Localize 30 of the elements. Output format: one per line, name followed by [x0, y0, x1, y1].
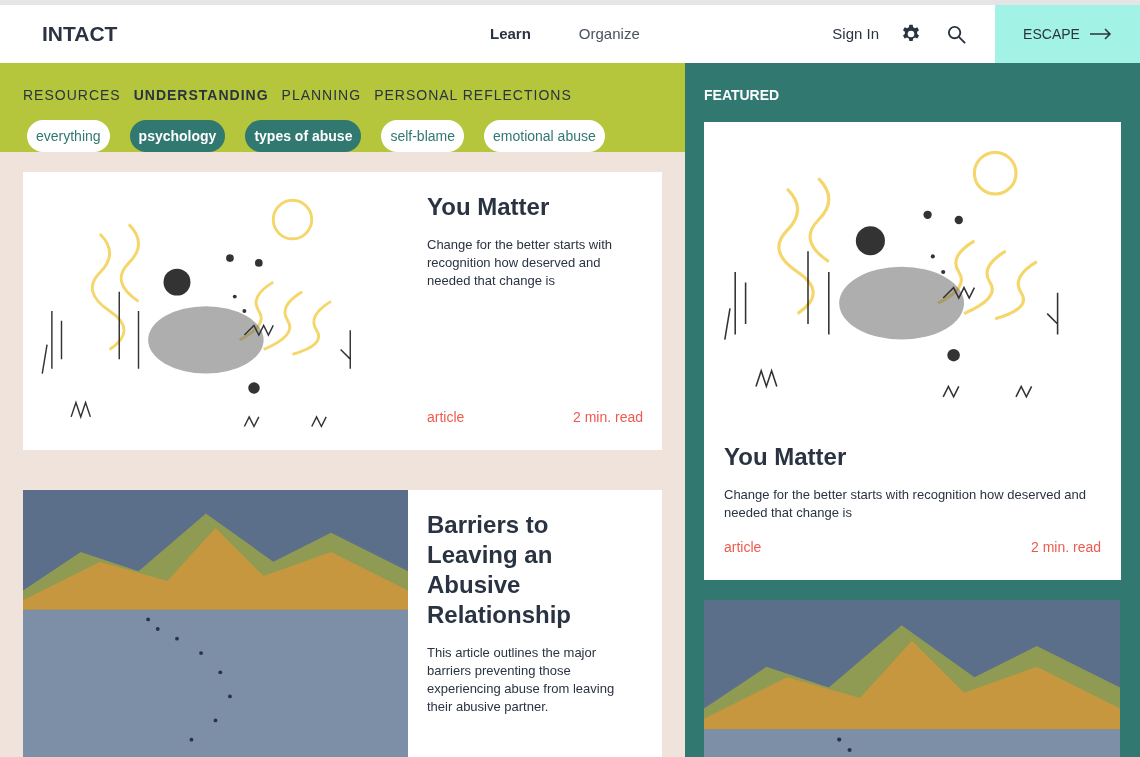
category-tab[interactable]: PLANNING	[281, 85, 362, 106]
article-card[interactable]: Barriers to Leaving an Abusive Relationship This article outlines the major barriers preventing those experiencing abuse from leaving their abusive partner.	[23, 490, 662, 757]
article-title[interactable]: You Matter	[724, 442, 1101, 472]
article-type: article	[724, 538, 762, 557]
article-title[interactable]: You Matter	[427, 192, 643, 222]
article-title[interactable]: Barriers to Leaving an Abusive Relationship	[427, 510, 643, 630]
settings-icon[interactable]	[901, 24, 921, 44]
arrow-right-icon	[1089, 28, 1112, 40]
tag-chip[interactable]: emotional abuse	[484, 120, 605, 152]
featured-card[interactable]: You Matter Change for the better starts with recognition how deserved and needed that change is article 2 min. read	[704, 122, 1121, 580]
logo[interactable]: INTACT	[42, 18, 442, 50]
article-description: Change for the better starts with recognition how deserved and needed that change is	[724, 486, 1088, 522]
read-time: 2 min. read	[1030, 538, 1101, 557]
category-tab[interactable]: UNDERSTANDING	[133, 85, 269, 106]
tag-chip[interactable]: everything	[27, 120, 110, 152]
category-tab[interactable]: RESOURCES	[23, 85, 121, 106]
tag-chip[interactable]: types of abuse	[245, 120, 362, 152]
category-tab[interactable]: PERSONAL REFLECTIONS	[374, 85, 572, 106]
article-description: This article outlines the major barriers preventing those experiencing abuse from leaving their abusive partner.	[427, 644, 616, 716]
escape-button[interactable]: ESCAPE	[995, 5, 1140, 63]
tag-chip[interactable]: psychology	[129, 120, 226, 152]
article-type: article	[427, 408, 465, 427]
read-time: 2 min. read	[572, 408, 643, 427]
search-icon[interactable]	[947, 24, 966, 44]
nav-link[interactable]: Learn	[490, 22, 531, 46]
sign-in-link[interactable]: Sign In	[832, 22, 879, 46]
nav-link[interactable]: Organize	[578, 22, 640, 46]
tag-chip[interactable]: self-blame	[381, 120, 464, 152]
article-description: Change for the better starts with recognition how deserved and needed that change is	[427, 236, 613, 290]
featured-heading: FEATURED	[704, 86, 781, 105]
